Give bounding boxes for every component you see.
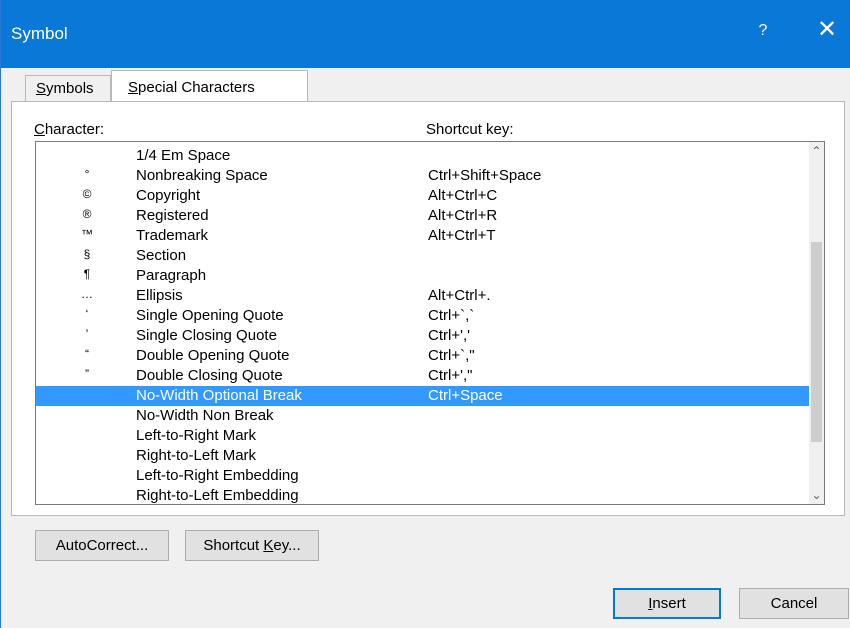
row-symbol: ” <box>85 367 89 381</box>
list-item[interactable]: ° Nonbreaking Space Ctrl+Shift+Space <box>36 166 811 186</box>
row-shortcut: Alt+Ctrl+T <box>428 227 496 244</box>
row-name: Double Opening Quote <box>136 347 290 364</box>
list-item[interactable]: Right-to-Left Embedding <box>36 486 811 504</box>
scrollbar-thumb[interactable] <box>811 242 822 442</box>
row-symbol: ™ <box>81 227 93 241</box>
tab-special-mnemonic: S <box>128 79 139 96</box>
scroll-down-icon[interactable]: ⌄ <box>809 486 824 504</box>
row-name: Registered <box>136 207 209 224</box>
insert-button[interactable]: Insert <box>613 588 721 619</box>
shortcut-key-button[interactable]: Shortcut Key... <box>185 530 319 561</box>
row-shortcut: Alt+Ctrl+C <box>428 187 498 204</box>
row-symbol: © <box>82 187 92 201</box>
row-name: Right-to-Left Embedding <box>136 487 299 504</box>
list-item[interactable]: ‘ Single Opening Quote Ctrl+`,` <box>36 306 811 326</box>
row-shortcut: Ctrl+',' <box>428 327 470 344</box>
row-shortcut: Ctrl+Shift+Space <box>428 167 542 184</box>
shortcut-key-column-label: Shortcut key: <box>426 121 514 138</box>
row-name: Copyright <box>136 187 201 204</box>
list-item[interactable]: “ Double Opening Quote Ctrl+`," <box>36 346 811 366</box>
list-item[interactable]: § Section <box>36 246 811 266</box>
row-symbol: § <box>83 247 91 261</box>
row-symbol: … <box>81 287 93 301</box>
autocorrect-button[interactable]: AutoCorrect... <box>35 530 169 561</box>
row-name: Nonbreaking Space <box>136 167 268 184</box>
list-item[interactable]: ” Double Closing Quote Ctrl+'," <box>36 366 811 386</box>
insert-label: nsert <box>652 595 686 612</box>
close-icon[interactable]: ✕ <box>815 18 839 42</box>
row-name: Single Closing Quote <box>136 327 277 344</box>
row-symbol: ’ <box>85 327 89 341</box>
title-bar: Symbol ? ✕ <box>1 0 850 68</box>
character-mnemonic: C <box>34 121 45 138</box>
row-symbol: ‘ <box>85 307 89 321</box>
special-characters-panel: Character: Shortcut key: 1/4 Em Space ° No… <box>11 101 845 561</box>
help-icon[interactable]: ? <box>755 22 771 40</box>
shortcut-key-mnemonic: K <box>263 537 274 554</box>
list-item[interactable]: Left-to-Right Embedding <box>36 466 811 486</box>
symbol-dialog: Symbol ? ✕ Symbols Special Characters Ch… <box>0 0 850 628</box>
row-name: Section <box>136 247 187 264</box>
row-shortcut: Ctrl+'," <box>428 367 473 384</box>
dialog-title: Symbol <box>11 24 68 43</box>
shortcut-key-label-pre: Shortcut <box>203 537 264 554</box>
row-name: 1/4 Em Space <box>136 147 231 164</box>
row-name: Ellipsis <box>136 287 183 304</box>
shortcut-key-label-post: ey... <box>273 537 301 554</box>
cancel-button[interactable]: Cancel <box>739 588 849 619</box>
tab-symbols-label: ymbols <box>46 80 94 97</box>
row-symbol: ¶ <box>83 267 91 281</box>
special-characters-list[interactable]: 1/4 Em Space ° Nonbreaking Space Ctrl+Shift… <box>35 141 825 505</box>
row-name: No-Width Non Break <box>136 407 274 424</box>
list-item[interactable]: ™ Trademark Alt+Ctrl+T <box>36 226 811 246</box>
row-shortcut: Ctrl+`," <box>428 347 475 364</box>
row-name: Right-to-Left Mark <box>136 447 257 464</box>
autocorrect-button-label: AutoCorrect... <box>55 537 149 554</box>
row-name: Left-to-Right Mark <box>136 427 257 444</box>
list-item[interactable]: Right-to-Left Mark <box>36 446 811 466</box>
row-shortcut: Alt+Ctrl+. <box>428 287 491 304</box>
tab-special-label: pecial Characters <box>138 79 255 96</box>
row-shortcut: Ctrl+Space <box>428 387 503 404</box>
list-item[interactable]: ¶ Paragraph <box>36 266 811 286</box>
character-column-label: Character: <box>34 121 104 138</box>
list-rows: 1/4 Em Space ° Nonbreaking Space Ctrl+Shift… <box>36 142 811 504</box>
row-name: No-Width Optional Break <box>136 387 302 404</box>
tab-symbols[interactable]: Symbols <box>25 75 111 102</box>
list-item[interactable]: … Ellipsis Alt+Ctrl+. <box>36 286 811 306</box>
tab-symbols-mnemonic: S <box>36 80 47 97</box>
list-item[interactable]: No-Width Non Break <box>36 406 811 426</box>
list-item[interactable]: ® Registered Alt+Ctrl+R <box>36 206 811 226</box>
row-symbol: ® <box>82 207 92 221</box>
row-name: Left-to-Right Embedding <box>136 467 299 484</box>
list-item[interactable]: No-Width Optional Break Ctrl+Space <box>36 386 811 406</box>
row-symbol: “ <box>85 347 89 361</box>
row-name: Paragraph <box>136 267 207 284</box>
list-item[interactable]: ’ Single Closing Quote Ctrl+',' <box>36 326 811 346</box>
row-symbol: ° <box>84 167 90 181</box>
row-shortcut: Alt+Ctrl+R <box>428 207 498 224</box>
character-label-text: haracter: <box>44 121 105 138</box>
cancel-label: Cancel <box>770 595 818 612</box>
scroll-up-icon[interactable]: ⌃ <box>809 142 824 160</box>
row-name: Double Closing Quote <box>136 367 283 384</box>
list-item[interactable]: Left-to-Right Mark <box>36 426 811 446</box>
tab-special-characters[interactable]: Special Characters <box>111 70 308 102</box>
row-name: Trademark <box>136 227 208 244</box>
row-shortcut: Ctrl+`,` <box>428 307 475 324</box>
list-item[interactable]: 1/4 Em Space <box>36 146 811 166</box>
row-name: Single Opening Quote <box>136 307 284 324</box>
list-item[interactable]: © Copyright Alt+Ctrl+C <box>36 186 811 206</box>
vertical-scrollbar[interactable]: ⌃ ⌄ <box>809 142 824 504</box>
